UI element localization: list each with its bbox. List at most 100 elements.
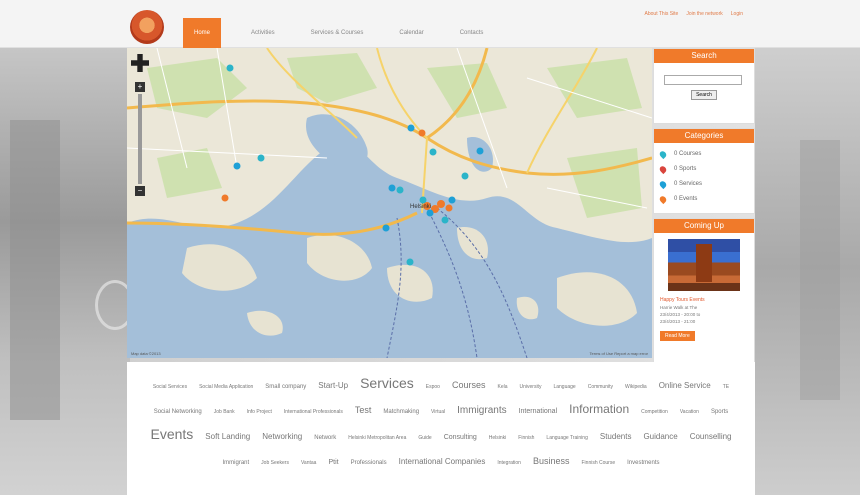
map-pin-icon: [658, 149, 668, 160]
coming-up-panel: Coming Up Happy Tours Events Harrie Walk…: [653, 218, 755, 382]
search-panel: Search Search: [653, 48, 755, 124]
read-more-button[interactable]: Read More: [660, 331, 695, 341]
nav-services-courses[interactable]: Services & Courses: [293, 18, 382, 48]
map-canvas: Helsinki: [127, 48, 652, 358]
map-view[interactable]: Helsinki + − Map data ©2013 Terms of Use…: [127, 48, 652, 358]
tag-link[interactable]: Social Services: [153, 376, 187, 398]
category-label: 0 Courses: [674, 151, 702, 157]
categories-title: Categories: [654, 129, 754, 143]
map-pin-icon: [658, 194, 668, 205]
sidebar: Search Search Categories 0 Courses 0 Spo…: [653, 48, 755, 386]
zoom-slider[interactable]: [138, 94, 142, 184]
nav-home[interactable]: Home: [183, 18, 221, 48]
map-attribution: Map data ©2013: [131, 351, 161, 356]
tag-link[interactable]: Start-Up: [318, 375, 348, 397]
nav-calendar[interactable]: Calendar: [381, 18, 441, 48]
tag-link[interactable]: Sports: [711, 401, 728, 423]
tag-link[interactable]: Services: [360, 372, 414, 394]
tag-link[interactable]: Vantaa: [301, 452, 316, 474]
about-link[interactable]: About This Site: [645, 11, 679, 17]
map-zoom-control[interactable]: + −: [131, 54, 151, 196]
nav-activities[interactable]: Activities: [233, 18, 293, 48]
tag-link[interactable]: Finnish: [518, 427, 534, 449]
map-pin-icon: [658, 179, 668, 190]
category-sports[interactable]: 0 Sports: [658, 162, 750, 177]
tag-link[interactable]: Business: [533, 450, 570, 472]
tag-link[interactable]: International: [519, 401, 558, 423]
city-label: Helsinki: [410, 204, 431, 210]
category-label: 0 Events: [674, 196, 698, 202]
tag-link[interactable]: Espoo: [426, 376, 440, 398]
search-input[interactable]: [664, 75, 742, 85]
tag-link[interactable]: Events: [150, 423, 193, 445]
nav-contacts[interactable]: Contacts: [442, 18, 502, 48]
tag-link[interactable]: Courses: [452, 374, 486, 396]
category-courses[interactable]: 0 Courses: [658, 147, 750, 162]
tag-link[interactable]: Consulting: [444, 427, 477, 449]
tag-link[interactable]: Language Training: [546, 427, 587, 449]
category-services[interactable]: 0 Services: [658, 177, 750, 192]
tag-link[interactable]: Test: [355, 399, 372, 421]
tag-link[interactable]: Virtual: [431, 401, 445, 423]
coming-up-title: Coming Up: [654, 219, 754, 233]
tag-link[interactable]: Networking: [262, 426, 302, 448]
login-link[interactable]: Login: [731, 11, 743, 17]
top-bar: Home Activities Services & Courses Calen…: [0, 0, 860, 48]
tag-link[interactable]: Helsinki Metropolitan Area: [348, 427, 406, 449]
categories-panel: Categories 0 Courses 0 Sports 0 Services…: [653, 128, 755, 214]
search-title: Search: [654, 49, 754, 63]
map-terms-link[interactable]: Terms of Use Report a map error: [590, 351, 648, 356]
tag-link[interactable]: Immigrants: [457, 400, 506, 422]
category-label: 0 Services: [674, 181, 703, 187]
tag-link[interactable]: Finnish Course: [582, 452, 616, 474]
zoom-in-icon[interactable]: +: [135, 82, 145, 92]
tag-link[interactable]: Kela: [497, 376, 507, 398]
top-links: About This Site Join the network Login: [645, 11, 743, 17]
tag-cloud: Social Services Social Media Application S…: [127, 362, 755, 495]
tag-link[interactable]: Helsinki: [489, 427, 507, 449]
tag-link[interactable]: Information: [569, 398, 629, 420]
event-line: Harrie Walk at The: [660, 305, 698, 310]
tag-link[interactable]: Community: [588, 376, 613, 398]
tag-link[interactable]: Ptit: [328, 452, 338, 474]
tag-link[interactable]: Professionals: [351, 452, 387, 474]
tag-link[interactable]: Job Bank: [214, 401, 235, 423]
join-link[interactable]: Join the network: [686, 11, 722, 17]
event-image[interactable]: [668, 239, 740, 291]
tag-link[interactable]: Online Service: [659, 375, 711, 397]
category-label: 0 Sports: [674, 166, 697, 172]
tag-link[interactable]: Social Networking: [154, 401, 202, 423]
tag-link[interactable]: Job Seekers: [261, 452, 289, 474]
pan-control-icon[interactable]: [131, 54, 149, 72]
tag-link[interactable]: Competition: [641, 401, 668, 423]
tag-link[interactable]: Students: [600, 426, 632, 448]
tag-link[interactable]: Guide: [418, 427, 431, 449]
event-line: 23/4/2013 - 20:00 to: [660, 312, 701, 317]
site-logo[interactable]: [130, 10, 164, 44]
tag-link[interactable]: Matchmaking: [383, 401, 419, 423]
tag-link[interactable]: Social Media Application: [199, 376, 253, 398]
tag-link[interactable]: Info Project: [247, 401, 272, 423]
tag-link[interactable]: Soft Landing: [205, 426, 250, 448]
tag-link[interactable]: Vacation: [680, 401, 699, 423]
tag-link[interactable]: Small company: [265, 376, 306, 398]
tag-link[interactable]: Immigrant: [223, 452, 250, 474]
search-button[interactable]: Search: [691, 90, 717, 100]
tag-link[interactable]: Wikipedia: [625, 376, 647, 398]
tag-link[interactable]: International Professionals: [284, 401, 343, 423]
tag-link[interactable]: Investments: [627, 452, 659, 474]
tag-link[interactable]: Language: [553, 376, 575, 398]
tag-link[interactable]: Network: [314, 427, 336, 449]
event-line: 23/4/2013 - 21:00: [660, 319, 696, 324]
map-pin-icon: [658, 164, 668, 175]
zoom-out-icon[interactable]: −: [135, 186, 145, 196]
event-title[interactable]: Happy Tours Events: [660, 297, 748, 303]
category-events[interactable]: 0 Events: [658, 192, 750, 207]
tag-link[interactable]: University: [520, 376, 542, 398]
tag-link[interactable]: International Companies: [399, 451, 486, 473]
tag-link[interactable]: Integration: [497, 452, 521, 474]
tag-link[interactable]: Counselling: [690, 426, 732, 448]
tag-link[interactable]: Guidance: [643, 426, 677, 448]
main-nav: Home Activities Services & Courses Calen…: [183, 18, 501, 48]
tag-link[interactable]: TE: [723, 376, 729, 398]
